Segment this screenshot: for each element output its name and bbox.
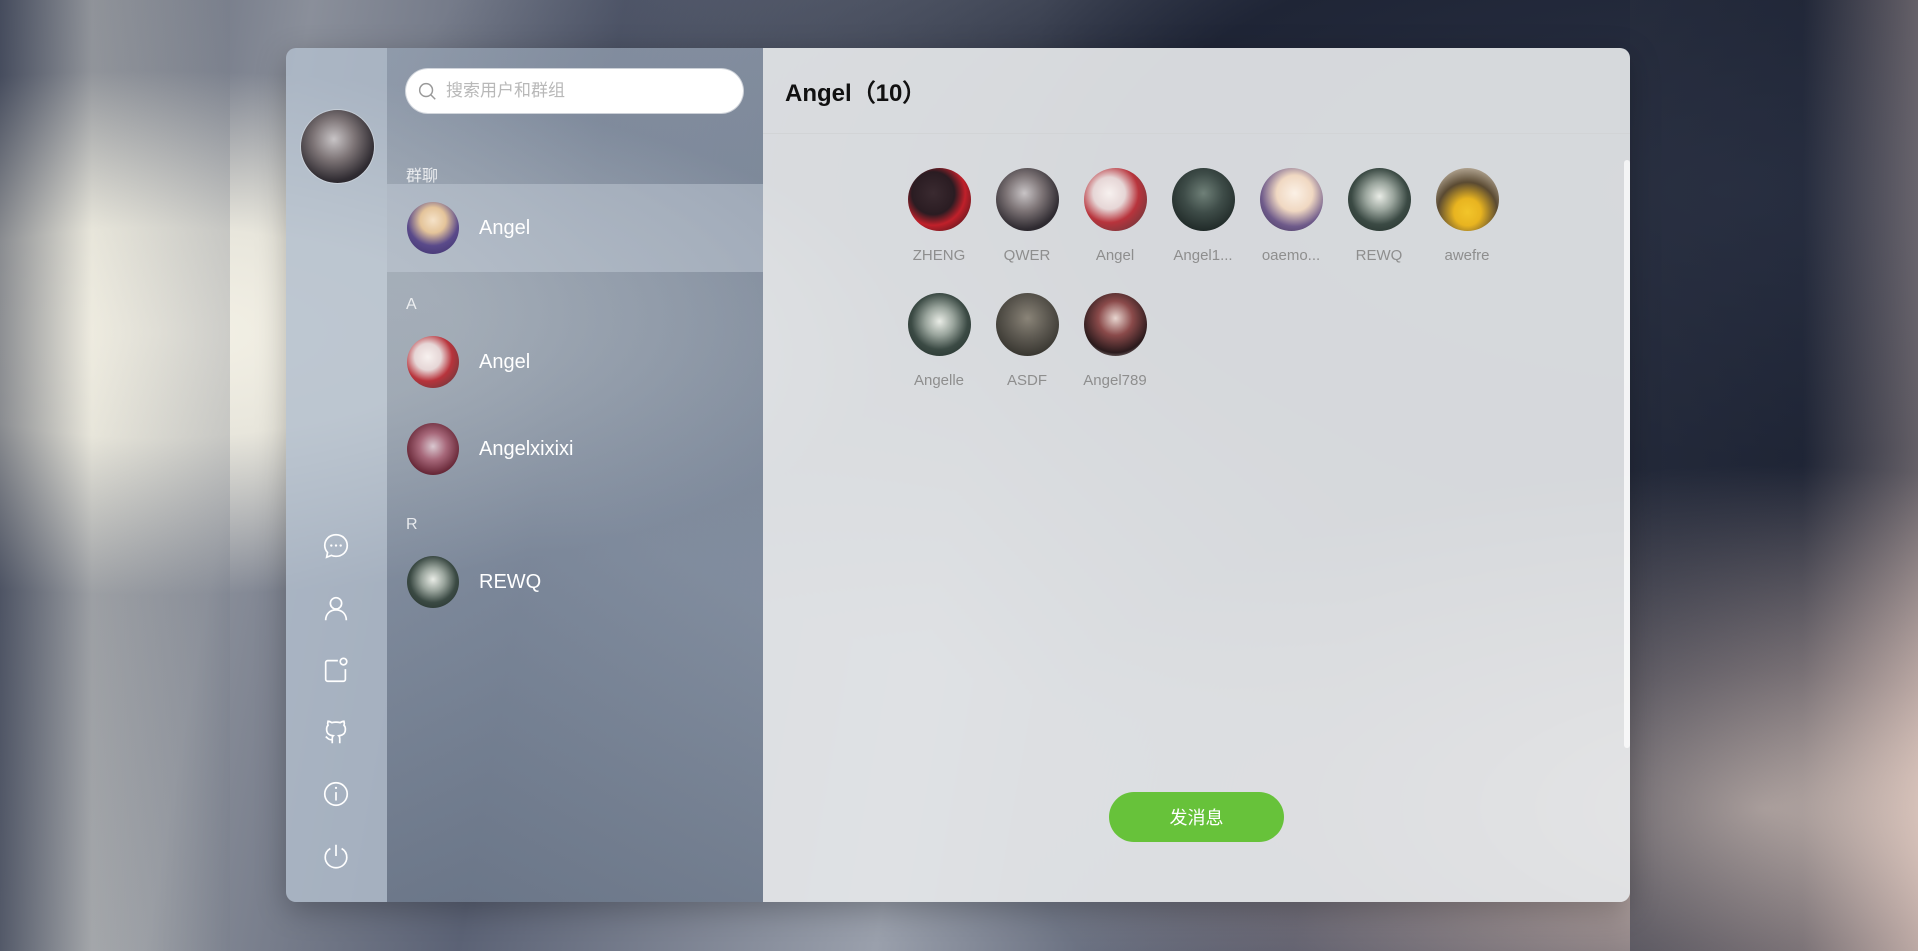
member-item[interactable]: Angel bbox=[1071, 168, 1159, 293]
user-icon[interactable] bbox=[320, 592, 352, 624]
power-icon[interactable] bbox=[320, 840, 352, 872]
chat-icon[interactable] bbox=[320, 530, 352, 562]
avatar bbox=[1083, 293, 1147, 356]
member-item[interactable]: oaemo... bbox=[1247, 168, 1335, 293]
section-label-groups: 群聊 bbox=[406, 168, 439, 185]
scrollbar[interactable] bbox=[1624, 160, 1630, 748]
contact-list-panel: 群聊 Angel A Angel Angelxixixi R REWQ bbox=[387, 48, 763, 902]
avatar bbox=[407, 202, 459, 254]
search-icon bbox=[418, 82, 436, 100]
section-label-r: R bbox=[406, 516, 418, 533]
member-item[interactable]: Angelle bbox=[895, 293, 983, 418]
member-name: ZHENG bbox=[912, 247, 966, 264]
member-item[interactable]: REWQ bbox=[1335, 168, 1423, 293]
contact-name: Angel bbox=[479, 350, 531, 373]
member-name: Angel bbox=[1095, 247, 1135, 264]
avatar bbox=[995, 293, 1059, 356]
member-item[interactable]: QWER bbox=[983, 168, 1071, 293]
notification-icon[interactable] bbox=[320, 654, 352, 686]
member-name: REWQ bbox=[1355, 247, 1403, 264]
search-box[interactable] bbox=[406, 69, 743, 113]
avatar bbox=[1259, 168, 1323, 231]
contact-name: Angel bbox=[479, 216, 531, 239]
avatar bbox=[1347, 168, 1411, 231]
avatar bbox=[995, 168, 1059, 231]
contact-rewq[interactable]: REWQ bbox=[387, 538, 763, 626]
avatar bbox=[407, 556, 459, 608]
send-message-button[interactable]: 发消息 bbox=[1109, 792, 1284, 842]
contact-group-angel[interactable]: Angel bbox=[387, 184, 763, 272]
avatar bbox=[907, 168, 971, 231]
member-grid: ZHENG QWER Angel Angel1... oaemo... REWQ bbox=[895, 168, 1515, 418]
github-icon[interactable] bbox=[320, 716, 352, 748]
member-name: oaemo... bbox=[1261, 247, 1321, 264]
member-item[interactable]: Angel1... bbox=[1159, 168, 1247, 293]
member-name: awefre bbox=[1444, 247, 1490, 264]
info-icon[interactable] bbox=[320, 778, 352, 810]
section-label-a: A bbox=[406, 296, 417, 313]
member-name: Angelle bbox=[913, 372, 965, 389]
chat-app-window: 群聊 Angel A Angel Angelxixixi R REWQ Ange… bbox=[286, 48, 1630, 902]
member-name: QWER bbox=[1003, 247, 1051, 264]
contact-name: Angelxixixi bbox=[479, 437, 574, 460]
avatar bbox=[407, 423, 459, 475]
member-name: Angel789 bbox=[1083, 372, 1147, 389]
avatar bbox=[907, 293, 971, 356]
member-item[interactable]: Angel789 bbox=[1071, 293, 1159, 418]
avatar bbox=[1083, 168, 1147, 231]
group-title: Angel（10） bbox=[763, 48, 1630, 134]
member-name: Angel1... bbox=[1173, 247, 1233, 264]
avatar bbox=[407, 336, 459, 388]
group-detail-panel: Angel（10） ZHENG QWER Angel Angel1... oae… bbox=[763, 48, 1630, 902]
contact-angel[interactable]: Angel bbox=[387, 318, 763, 406]
my-avatar[interactable] bbox=[301, 110, 374, 183]
search-input[interactable] bbox=[444, 80, 728, 102]
member-item[interactable]: awefre bbox=[1423, 168, 1511, 293]
contact-angelxixixi[interactable]: Angelxixixi bbox=[387, 405, 763, 493]
avatar bbox=[1435, 168, 1499, 231]
member-item[interactable]: ASDF bbox=[983, 293, 1071, 418]
avatar bbox=[1171, 168, 1235, 231]
member-name: ASDF bbox=[1006, 372, 1047, 389]
member-item[interactable]: ZHENG bbox=[895, 168, 983, 293]
contact-name: REWQ bbox=[479, 570, 542, 593]
sidebar-rail bbox=[286, 48, 387, 902]
